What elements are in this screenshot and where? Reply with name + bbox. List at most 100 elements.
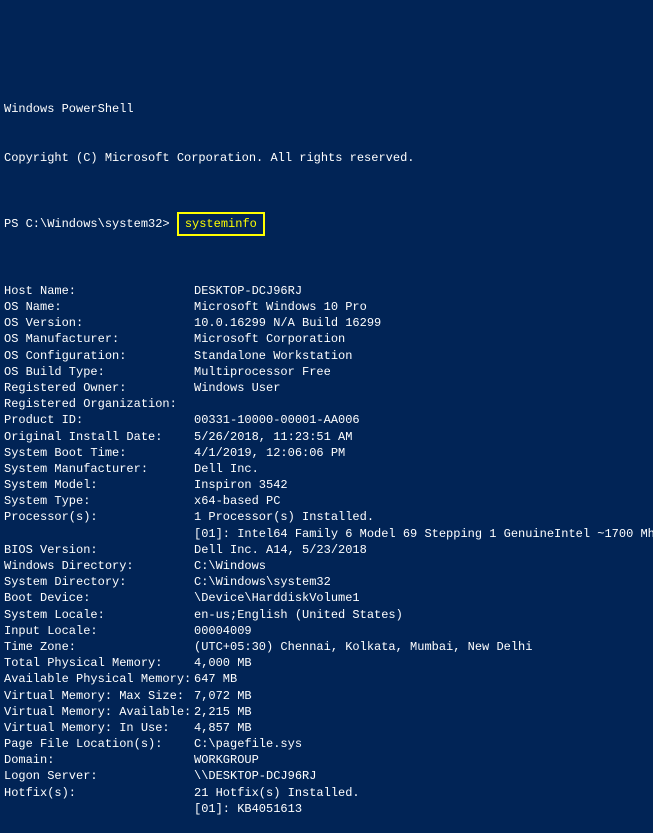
systeminfo-output: Host Name:DESKTOP-DCJ96RJOS Name:Microso… <box>4 283 649 817</box>
output-value: 21 Hotfix(s) Installed. <box>194 786 360 800</box>
output-label: Product ID: <box>4 412 194 428</box>
output-value: 2,215 MB <box>194 705 252 719</box>
output-row: Input Locale:00004009 <box>4 623 649 639</box>
output-row: Boot Device:\Device\HarddiskVolume1 <box>4 590 649 606</box>
output-value: Microsoft Windows 10 Pro <box>194 300 367 314</box>
output-row: Windows Directory:C:\Windows <box>4 558 649 574</box>
output-value: \Device\HarddiskVolume1 <box>194 591 360 605</box>
output-label: Available Physical Memory: <box>4 671 194 687</box>
output-value: Dell Inc. <box>194 462 259 476</box>
output-label: OS Version: <box>4 315 194 331</box>
output-value: Microsoft Corporation <box>194 332 345 346</box>
output-row: OS Version:10.0.16299 N/A Build 16299 <box>4 315 649 331</box>
command-highlight: systeminfo <box>177 212 265 236</box>
output-row: Hotfix(s):21 Hotfix(s) Installed. <box>4 785 649 801</box>
output-value: Multiprocessor Free <box>194 365 331 379</box>
output-row: System Directory:C:\Windows\system32 <box>4 574 649 590</box>
output-label: OS Configuration: <box>4 348 194 364</box>
output-row: System Type:x64-based PC <box>4 493 649 509</box>
output-row: Registered Organization: <box>4 396 649 412</box>
output-label: Boot Device: <box>4 590 194 606</box>
output-label: System Type: <box>4 493 194 509</box>
output-value: [01]: Intel64 Family 6 Model 69 Stepping… <box>194 527 653 541</box>
output-row: Total Physical Memory:4,000 MB <box>4 655 649 671</box>
output-value: Windows User <box>194 381 280 395</box>
output-row: OS Build Type:Multiprocessor Free <box>4 364 649 380</box>
output-row: System Model:Inspiron 3542 <box>4 477 649 493</box>
output-row: Registered Owner:Windows User <box>4 380 649 396</box>
output-row: Page File Location(s):C:\pagefile.sys <box>4 736 649 752</box>
output-value: Dell Inc. A14, 5/23/2018 <box>194 543 367 557</box>
output-row: Virtual Memory: In Use:4,857 MB <box>4 720 649 736</box>
output-row: Processor(s):1 Processor(s) Installed. <box>4 509 649 525</box>
output-value: WORKGROUP <box>194 753 259 767</box>
output-label: Page File Location(s): <box>4 736 194 752</box>
output-row: System Manufacturer:Dell Inc. <box>4 461 649 477</box>
output-label: Virtual Memory: In Use: <box>4 720 194 736</box>
output-label: Total Physical Memory: <box>4 655 194 671</box>
output-value: x64-based PC <box>194 494 280 508</box>
output-row: [01]: KB4051613 <box>4 801 649 817</box>
output-value: 4/1/2019, 12:06:06 PM <box>194 446 345 460</box>
output-label: Host Name: <box>4 283 194 299</box>
output-label: System Manufacturer: <box>4 461 194 477</box>
powershell-terminal[interactable]: Windows PowerShell Copyright (C) Microso… <box>4 69 649 601</box>
output-label: Hotfix(s): <box>4 785 194 801</box>
output-value: C:\Windows <box>194 559 266 573</box>
output-value: 5/26/2018, 11:23:51 AM <box>194 430 352 444</box>
prompt-path: PS C:\Windows\system32> <box>4 217 177 231</box>
output-label: System Locale: <box>4 607 194 623</box>
output-row: Original Install Date:5/26/2018, 11:23:5… <box>4 429 649 445</box>
output-label: Logon Server: <box>4 768 194 784</box>
output-row: Logon Server:\\DESKTOP-DCJ96RJ <box>4 768 649 784</box>
output-label: Windows Directory: <box>4 558 194 574</box>
output-value: 647 MB <box>194 672 237 686</box>
output-row: OS Name:Microsoft Windows 10 Pro <box>4 299 649 315</box>
output-row: System Boot Time:4/1/2019, 12:06:06 PM <box>4 445 649 461</box>
output-row: Domain:WORKGROUP <box>4 752 649 768</box>
output-row: OS Configuration:Standalone Workstation <box>4 348 649 364</box>
output-value: 00331-10000-00001-AA006 <box>194 413 360 427</box>
output-value: en-us;English (United States) <box>194 608 403 622</box>
output-label: Processor(s): <box>4 509 194 525</box>
output-row: BIOS Version:Dell Inc. A14, 5/23/2018 <box>4 542 649 558</box>
output-label: OS Manufacturer: <box>4 331 194 347</box>
output-label: OS Name: <box>4 299 194 315</box>
output-value: 4,000 MB <box>194 656 252 670</box>
output-label: Time Zone: <box>4 639 194 655</box>
output-row: Virtual Memory: Available:2,215 MB <box>4 704 649 720</box>
output-row: System Locale:en-us;English (United Stat… <box>4 607 649 623</box>
output-row: Product ID:00331-10000-00001-AA006 <box>4 412 649 428</box>
output-value: \\DESKTOP-DCJ96RJ <box>194 769 316 783</box>
output-label: Domain: <box>4 752 194 768</box>
output-value: [01]: KB4051613 <box>194 802 302 816</box>
output-row: Available Physical Memory:647 MB <box>4 671 649 687</box>
output-label: Registered Organization: <box>4 396 194 412</box>
output-value: 10.0.16299 N/A Build 16299 <box>194 316 381 330</box>
header-copyright: Copyright (C) Microsoft Corporation. All… <box>4 150 649 166</box>
header-title: Windows PowerShell <box>4 101 649 117</box>
output-value: 00004009 <box>194 624 252 638</box>
output-label: Original Install Date: <box>4 429 194 445</box>
output-label: Virtual Memory: Max Size: <box>4 688 194 704</box>
prompt-line: PS C:\Windows\system32> systeminfo <box>4 212 649 236</box>
output-value: C:\pagefile.sys <box>194 737 302 751</box>
output-value: (UTC+05:30) Chennai, Kolkata, Mumbai, Ne… <box>194 640 532 654</box>
output-value: 1 Processor(s) Installed. <box>194 510 374 524</box>
output-value: DESKTOP-DCJ96RJ <box>194 284 302 298</box>
output-label: Input Locale: <box>4 623 194 639</box>
output-value: Standalone Workstation <box>194 349 352 363</box>
output-label: System Boot Time: <box>4 445 194 461</box>
output-label: System Directory: <box>4 574 194 590</box>
output-row: OS Manufacturer:Microsoft Corporation <box>4 331 649 347</box>
output-row: Time Zone:(UTC+05:30) Chennai, Kolkata, … <box>4 639 649 655</box>
output-label: BIOS Version: <box>4 542 194 558</box>
output-row: Host Name:DESKTOP-DCJ96RJ <box>4 283 649 299</box>
output-label: Registered Owner: <box>4 380 194 396</box>
output-row: Virtual Memory: Max Size:7,072 MB <box>4 688 649 704</box>
output-value: 7,072 MB <box>194 689 252 703</box>
output-value: C:\Windows\system32 <box>194 575 331 589</box>
output-label: Virtual Memory: Available: <box>4 704 194 720</box>
output-label: System Model: <box>4 477 194 493</box>
output-label: OS Build Type: <box>4 364 194 380</box>
